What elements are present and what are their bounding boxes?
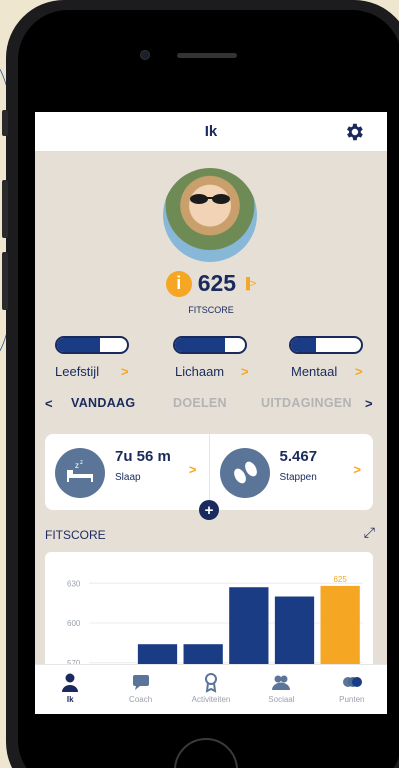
footsteps-icon xyxy=(219,448,270,498)
tab-label: Coach xyxy=(129,695,153,704)
stat-cards: z z 7u 56 m Slaap > 5.467 Stappen > xyxy=(45,434,373,510)
category-label-lichaam[interactable]: Lichaam xyxy=(175,364,224,379)
lichaam-progress xyxy=(173,336,247,354)
svg-text:z: z xyxy=(75,461,79,470)
y-tick-label: 600 xyxy=(67,619,81,628)
expand-icon[interactable]: ⤢ xyxy=(364,524,375,541)
tab-label: Activiteiten xyxy=(191,695,231,704)
tab-uitdagingen[interactable]: UITDAGINGEN xyxy=(261,396,352,410)
lichaam-progress-fill xyxy=(175,338,226,352)
page-title: Ik xyxy=(204,123,218,140)
group-icon xyxy=(272,675,291,690)
bar-value-label: 625 xyxy=(333,575,347,584)
fitscore-chart: 630600570625 xyxy=(45,552,373,672)
sleep-value: 7u 56 m xyxy=(115,448,171,465)
y-tick-label: 630 xyxy=(67,579,81,588)
chevron-right-icon[interactable]: > xyxy=(121,364,129,379)
tab-coach[interactable]: Coach xyxy=(105,665,175,714)
chevron-left-icon[interactable]: < xyxy=(45,396,53,411)
chevron-right-icon[interactable]: > xyxy=(241,364,249,379)
segment-tabs: < VANDAAG DOELEN UITDAGINGEN > xyxy=(35,394,387,418)
fitscore-bar-chart: 630600570625 xyxy=(67,575,363,673)
fitscore-section-title: FITSCORE xyxy=(45,528,106,542)
svg-text:z: z xyxy=(80,460,83,466)
tab-doelen[interactable]: DOELEN xyxy=(173,396,227,410)
front-camera xyxy=(140,50,150,60)
phone-side-button xyxy=(2,110,8,136)
top-bar: Ik xyxy=(35,112,387,152)
tab-sociaal[interactable]: Sociaal xyxy=(246,665,316,714)
info-badge-icon: i xyxy=(165,270,192,297)
fitscore-value: 625 xyxy=(197,270,237,296)
chart-bar[interactable] xyxy=(274,596,315,673)
tab-label: Sociaal xyxy=(268,695,295,704)
bed-icon: z z xyxy=(55,448,105,498)
speaker-grill xyxy=(177,53,237,58)
sleep-label: Slaap xyxy=(115,472,141,483)
add-button[interactable]: + xyxy=(199,500,219,520)
phone-side-button xyxy=(2,252,8,310)
app-screen: Ik i 625 ▐> FITSCORE Leefstijl > Lichaam… xyxy=(35,112,387,714)
chevron-right-icon: > xyxy=(353,462,361,477)
coins-icon xyxy=(342,677,362,687)
tab-vandaag[interactable]: VANDAAG xyxy=(71,396,135,410)
chevron-right-icon[interactable]: > xyxy=(365,396,373,411)
steps-label: Stappen xyxy=(279,472,317,483)
fitscore-summary[interactable]: i 625 ▐> xyxy=(35,270,387,297)
leefstijl-progress-fill xyxy=(57,338,101,352)
mentaal-progress-fill xyxy=(291,338,316,352)
sunglasses-graphic xyxy=(190,194,230,204)
mentaal-progress xyxy=(289,336,363,354)
sleep-card[interactable]: z z 7u 56 m Slaap > xyxy=(45,434,210,510)
fitscore-trend-icon: ▐> xyxy=(242,277,257,290)
gear-icon[interactable] xyxy=(343,121,365,143)
chart-bar[interactable] xyxy=(229,587,269,672)
chevron-right-icon: > xyxy=(188,462,197,477)
tab-label: Punten xyxy=(339,695,365,704)
fitscore-label: FITSCORE xyxy=(188,305,234,315)
tab-activiteiten[interactable]: Activiteiten xyxy=(176,665,246,714)
chat-icon xyxy=(132,675,149,690)
chevron-right-icon[interactable]: > xyxy=(355,364,363,379)
phone-side-button xyxy=(2,180,8,238)
category-label-mentaal[interactable]: Mentaal xyxy=(291,364,337,379)
person-icon xyxy=(62,673,79,692)
chart-bar[interactable] xyxy=(320,585,360,672)
medal-icon xyxy=(205,673,218,693)
steps-card[interactable]: 5.467 Stappen > xyxy=(210,434,374,510)
avatar[interactable] xyxy=(163,168,257,262)
leefstijl-progress xyxy=(55,336,129,354)
category-label-leefstijl[interactable]: Leefstijl xyxy=(55,364,99,379)
tab-label: Ik xyxy=(66,695,74,704)
tab-punten[interactable]: Punten xyxy=(317,665,387,714)
page: Ik i 625 ▐> FITSCORE Leefstijl > Lichaam… xyxy=(0,0,399,768)
tab-ik[interactable]: Ik xyxy=(35,665,105,714)
steps-value: 5.467 xyxy=(279,448,318,465)
bottom-tab-bar: Ik Coach Activiteiten Sociaal Punten xyxy=(35,664,387,714)
